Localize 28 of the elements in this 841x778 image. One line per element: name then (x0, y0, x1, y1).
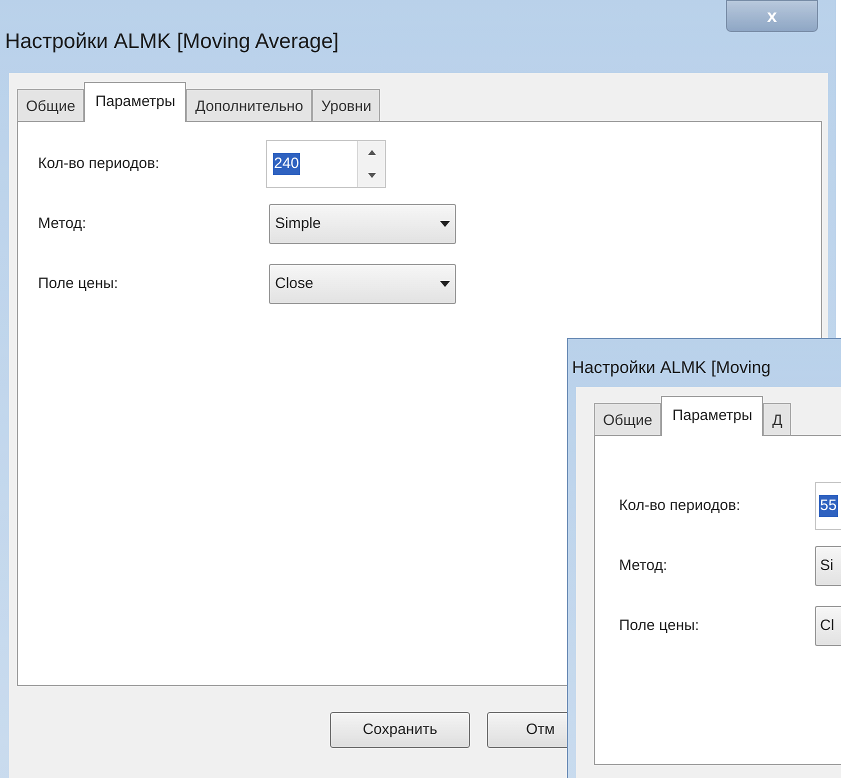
window-title: Настройки ALMK [Moving (572, 357, 771, 379)
dropdown[interactable]: Si (815, 546, 841, 586)
window-title: Настройки ALMK [Moving Average] (5, 29, 339, 55)
tab[interactable]: Уровни (312, 89, 380, 121)
field-value: 55 (819, 494, 838, 518)
field-label: Метод: (38, 214, 88, 234)
tab[interactable]: Параметры (661, 396, 764, 436)
field-label: Кол-во периодов: (38, 154, 160, 174)
spin-field[interactable]: 55 (815, 482, 841, 530)
field-label: Кол-во периодов: (619, 496, 742, 516)
field-value: 240 (273, 152, 300, 176)
dialog-button[interactable]: Сохранить (330, 712, 470, 748)
field-label: Поле цены: (619, 616, 700, 636)
up-arrow-icon[interactable] (368, 150, 376, 155)
tab[interactable]: Параметры (84, 82, 186, 122)
down-arrow-icon[interactable] (368, 173, 376, 178)
caret-icon (440, 221, 450, 227)
tab[interactable]: Д (763, 403, 792, 435)
dropdown[interactable]: Cl (815, 606, 841, 646)
tab[interactable]: Общие (594, 403, 662, 435)
dropdown[interactable]: Simple (269, 204, 456, 244)
spin-field[interactable]: 240 (266, 140, 386, 188)
tab[interactable]: Общие (17, 89, 84, 121)
dropdown[interactable]: Close (269, 264, 456, 304)
field-label: Метод: (619, 556, 668, 576)
tab[interactable]: Дополнительно (186, 89, 312, 121)
field-label: Поле цены: (38, 274, 120, 294)
caret-icon (440, 281, 450, 287)
